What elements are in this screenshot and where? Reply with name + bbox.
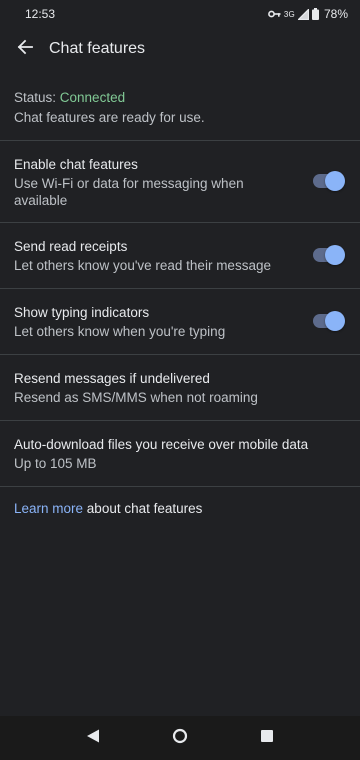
setting-auto-download[interactable]: Auto-download files you receive over mob… xyxy=(0,420,360,487)
setting-show-typing-indicators[interactable]: Show typing indicators Let others know w… xyxy=(0,288,360,354)
app-bar: Chat features xyxy=(0,28,360,70)
show-typing-indicators-toggle[interactable] xyxy=(313,311,345,331)
learn-more-text: Learn more about chat features xyxy=(14,501,202,516)
toggle-knob xyxy=(325,245,345,265)
setting-title: Resend messages if undelivered xyxy=(14,371,210,386)
setting-title: Show typing indicators xyxy=(14,305,150,320)
status-time: 12:53 xyxy=(25,7,56,21)
triangle-back-icon xyxy=(86,729,100,748)
learn-more-rest: about chat features xyxy=(83,501,203,516)
setting-subtitle: Let others know when you're typing xyxy=(14,324,226,339)
status-value: Connected xyxy=(59,90,126,105)
setting-title: Auto-download files you receive over mob… xyxy=(14,437,309,452)
battery-percent: 78% xyxy=(323,7,348,21)
connection-status: Status: Connected Chat features are read… xyxy=(14,89,346,127)
setting-subtitle: Let others know you've read their messag… xyxy=(14,258,271,273)
nav-back-button[interactable] xyxy=(73,718,113,758)
status-label: Status: xyxy=(14,90,60,105)
toggle-knob xyxy=(325,311,345,331)
setting-send-read-receipts[interactable]: Send read receipts Let others know you'v… xyxy=(0,222,360,288)
setting-subtitle: Resend as SMS/MMS when not roaming xyxy=(14,390,258,405)
page-title: Chat features xyxy=(49,40,146,57)
nav-recents-button[interactable] xyxy=(247,718,287,758)
nav-home-button[interactable] xyxy=(160,718,200,758)
back-button[interactable] xyxy=(0,28,50,70)
chat-features-screen: 12:53 3G 78% Chat features Status: Conne… xyxy=(0,0,360,760)
status-description: Chat features are ready for use. xyxy=(14,110,205,125)
signal-icon xyxy=(297,8,309,20)
arrow-back-icon xyxy=(17,39,33,60)
learn-more-link[interactable]: Learn more xyxy=(14,501,83,516)
setting-title: Enable chat features xyxy=(14,157,138,172)
status-icons: 3G 78% xyxy=(267,7,348,21)
setting-subtitle: Use Wi-Fi or data for messaging when ava… xyxy=(14,176,244,208)
setting-subtitle: Up to 105 MB xyxy=(14,456,97,471)
setting-enable-chat-features[interactable]: Enable chat features Use Wi-Fi or data f… xyxy=(0,140,360,222)
square-recents-icon xyxy=(260,729,273,747)
setting-resend-messages[interactable]: Resend messages if undelivered Resend as… xyxy=(0,354,360,420)
send-read-receipts-toggle[interactable] xyxy=(313,245,345,265)
battery-icon xyxy=(311,8,319,20)
status-bar: 12:53 3G 78% xyxy=(0,0,360,28)
setting-title: Send read receipts xyxy=(14,239,128,254)
system-nav-bar xyxy=(0,716,360,760)
enable-chat-features-toggle[interactable] xyxy=(313,171,345,191)
network-type: 3G xyxy=(283,9,295,19)
toggle-knob xyxy=(325,171,345,191)
vpn-key-icon xyxy=(267,9,281,19)
circle-home-icon xyxy=(172,728,188,749)
